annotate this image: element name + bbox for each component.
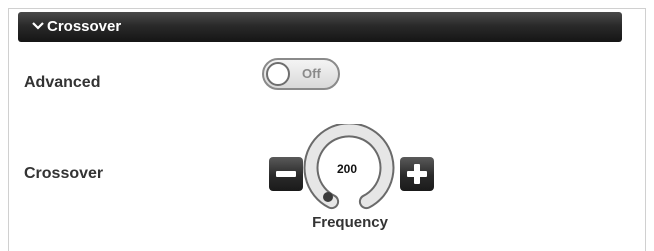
frequency-value: 200 — [336, 162, 358, 176]
page: Crossover Advanced Off Crossover 200 Fre… — [0, 0, 654, 251]
advanced-label: Advanced — [24, 74, 101, 91]
knob-indicator — [323, 192, 333, 202]
chevron-down-icon — [32, 21, 44, 30]
increment-frequency-button[interactable] — [400, 157, 434, 191]
crossover-label: Crossover — [24, 165, 104, 182]
toggle-knob — [266, 62, 290, 86]
frequency-label: Frequency — [312, 214, 388, 231]
decrement-frequency-button[interactable] — [269, 157, 303, 191]
advanced-toggle[interactable]: Off — [262, 58, 340, 90]
crossover-section-header[interactable]: Crossover — [18, 12, 622, 42]
toggle-state-text: Off — [302, 66, 321, 81]
section-title: Crossover — [47, 18, 122, 35]
